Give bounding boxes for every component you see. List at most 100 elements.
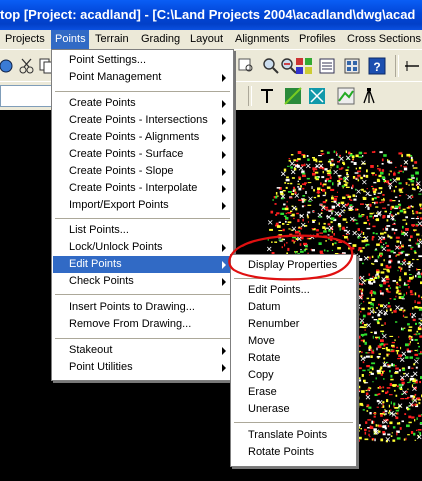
properties-icon[interactable] <box>318 57 336 75</box>
menu-item-label: Create Points - Slope <box>69 165 174 177</box>
submenu-item-rotate-points[interactable]: Rotate Points <box>232 444 355 461</box>
submenu-item-datum[interactable]: Datum <box>232 299 355 316</box>
menu-item-lock-unlock-points[interactable]: Lock/Unlock Points <box>53 239 232 256</box>
menu-item-label: Edit Points <box>69 258 122 270</box>
menu-item-check-points[interactable]: Check Points <box>53 273 232 290</box>
submenu-arrow-icon <box>222 364 226 372</box>
view-surface-icon[interactable] <box>337 87 355 105</box>
submenu-item-label: Erase <box>248 386 277 398</box>
menu-separator <box>55 338 230 339</box>
menu-item-label: Create Points <box>69 97 136 109</box>
menu-alignments-label: Alignments <box>235 33 290 45</box>
edit-points-submenu: Display Properties Edit Points... Datum … <box>230 254 357 467</box>
menu-item-label: Create Points - Interpolate <box>69 182 198 194</box>
text-style-icon[interactable] <box>258 87 276 105</box>
design-center-icon[interactable] <box>343 57 361 75</box>
points-menu: Point Settings... Point Management Creat… <box>51 49 234 381</box>
menu-separator <box>234 422 353 423</box>
submenu-item-renumber[interactable]: Renumber <box>232 316 355 333</box>
zoom-window-icon[interactable] <box>238 57 256 75</box>
submenu-item-edit-points[interactable]: Edit Points... <box>232 282 355 299</box>
menu-item-label: Create Points - Intersections <box>69 114 208 126</box>
menu-separator <box>55 218 230 219</box>
menu-points-label: Points <box>55 33 86 45</box>
menu-item-stakeout[interactable]: Stakeout <box>53 342 232 359</box>
zoom-realtime-icon[interactable] <box>262 57 280 75</box>
menu-item-insert-points-to-drawing[interactable]: Insert Points to Drawing... <box>53 299 232 316</box>
menu-item-label: Stakeout <box>69 344 113 356</box>
submenu-arrow-icon <box>222 151 226 159</box>
menu-item-create-points-interpolate[interactable]: Create Points - Interpolate <box>53 180 232 197</box>
menu-item-point-settings[interactable]: Point Settings... <box>53 52 232 69</box>
submenu-item-rotate[interactable]: Rotate <box>232 350 355 367</box>
menu-item-edit-points[interactable]: Edit Points <box>53 256 232 273</box>
submenu-item-copy[interactable]: Copy <box>232 367 355 384</box>
submenu-arrow-icon <box>222 74 226 82</box>
window-title: top [Project: acadland] - [C:\Land Proje… <box>0 7 416 22</box>
menu-cross-sections[interactable]: Cross Sections <box>344 30 422 49</box>
menu-profiles[interactable]: Profiles <box>296 30 340 49</box>
submenu-item-label: Move <box>248 335 275 347</box>
menu-terrain-label: Terrain <box>95 33 129 45</box>
help-icon[interactable]: ? <box>368 57 386 75</box>
menu-layout-label: Layout <box>190 33 224 45</box>
menu-separator <box>55 294 230 295</box>
menu-item-label: Import/Export Points <box>69 199 169 211</box>
submenu-item-label: Rotate <box>248 352 281 364</box>
menu-item-label: Create Points - Surface <box>69 148 184 160</box>
submenu-arrow-icon <box>222 100 226 108</box>
menu-item-label: Lock/Unlock Points <box>69 241 163 253</box>
menu-item-label: Point Utilities <box>69 361 133 373</box>
menu-item-create-points-surface[interactable]: Create Points - Surface <box>53 146 232 163</box>
menu-item-label: Point Management <box>69 71 162 83</box>
submenu-item-move[interactable]: Move <box>232 333 355 350</box>
menu-points[interactable]: Points <box>51 30 89 49</box>
menu-layout[interactable]: Layout <box>187 30 229 49</box>
globe-icon[interactable] <box>0 57 18 75</box>
submenu-item-erase[interactable]: Erase <box>232 384 355 401</box>
submenu-arrow-icon <box>222 202 226 210</box>
survey-icon[interactable] <box>360 87 378 105</box>
submenu-item-translate-points[interactable]: Translate Points <box>232 427 355 444</box>
submenu-arrow-icon <box>222 134 226 142</box>
menu-projects[interactable]: Projects <box>2 30 50 49</box>
menu-item-import-export-points[interactable]: Import/Export Points <box>53 197 232 214</box>
menu-item-point-management[interactable]: Point Management <box>53 69 232 86</box>
menu-grading-label: Grading <box>141 33 181 45</box>
scissors-icon[interactable] <box>18 57 36 75</box>
menu-grading[interactable]: Grading <box>138 30 184 49</box>
menu-item-create-points-intersections[interactable]: Create Points - Intersections <box>53 112 232 129</box>
submenu-item-label: Edit Points... <box>248 284 310 296</box>
title-bar: top [Project: acadland] - [C:\Land Proje… <box>0 0 422 30</box>
submenu-item-unerase[interactable]: Unerase <box>232 401 355 418</box>
line-tool-icon[interactable] <box>403 57 421 75</box>
submenu-item-label: Unerase <box>248 403 290 415</box>
menu-item-remove-from-drawing[interactable]: Remove From Drawing... <box>53 316 232 333</box>
menu-profiles-label: Profiles <box>299 33 336 45</box>
menu-item-label: Create Points - Alignments <box>69 131 200 143</box>
palette-icon[interactable] <box>295 57 313 75</box>
menu-item-create-points-alignments[interactable]: Create Points - Alignments <box>53 129 232 146</box>
surface-icon[interactable] <box>284 87 302 105</box>
menu-item-create-points[interactable]: Create Points <box>53 95 232 112</box>
menu-item-list-points[interactable]: List Points... <box>53 222 232 239</box>
menu-cross-sections-label: Cross Sections <box>347 33 421 45</box>
menu-projects-label: Projects <box>5 33 45 45</box>
annotation-circle <box>228 234 354 281</box>
menu-item-label: List Points... <box>69 224 129 236</box>
contour-icon[interactable] <box>308 87 326 105</box>
menu-item-point-utilities[interactable]: Point Utilities <box>53 359 232 376</box>
menu-bar: Projects Points Terrain Grading Layout A… <box>0 30 422 49</box>
menu-terrain[interactable]: Terrain <box>92 30 136 49</box>
menu-item-create-points-slope[interactable]: Create Points - Slope <box>53 163 232 180</box>
toolbar-divider <box>395 55 399 77</box>
menu-item-label: Remove From Drawing... <box>69 318 192 330</box>
submenu-arrow-icon <box>222 168 226 176</box>
menu-alignments[interactable]: Alignments <box>232 30 292 49</box>
submenu-item-label: Translate Points <box>248 429 328 441</box>
submenu-item-label: Copy <box>248 369 274 381</box>
submenu-arrow-icon <box>222 117 226 125</box>
menu-separator <box>55 91 230 92</box>
submenu-arrow-icon <box>222 347 226 355</box>
menu-item-label: Insert Points to Drawing... <box>69 301 195 313</box>
